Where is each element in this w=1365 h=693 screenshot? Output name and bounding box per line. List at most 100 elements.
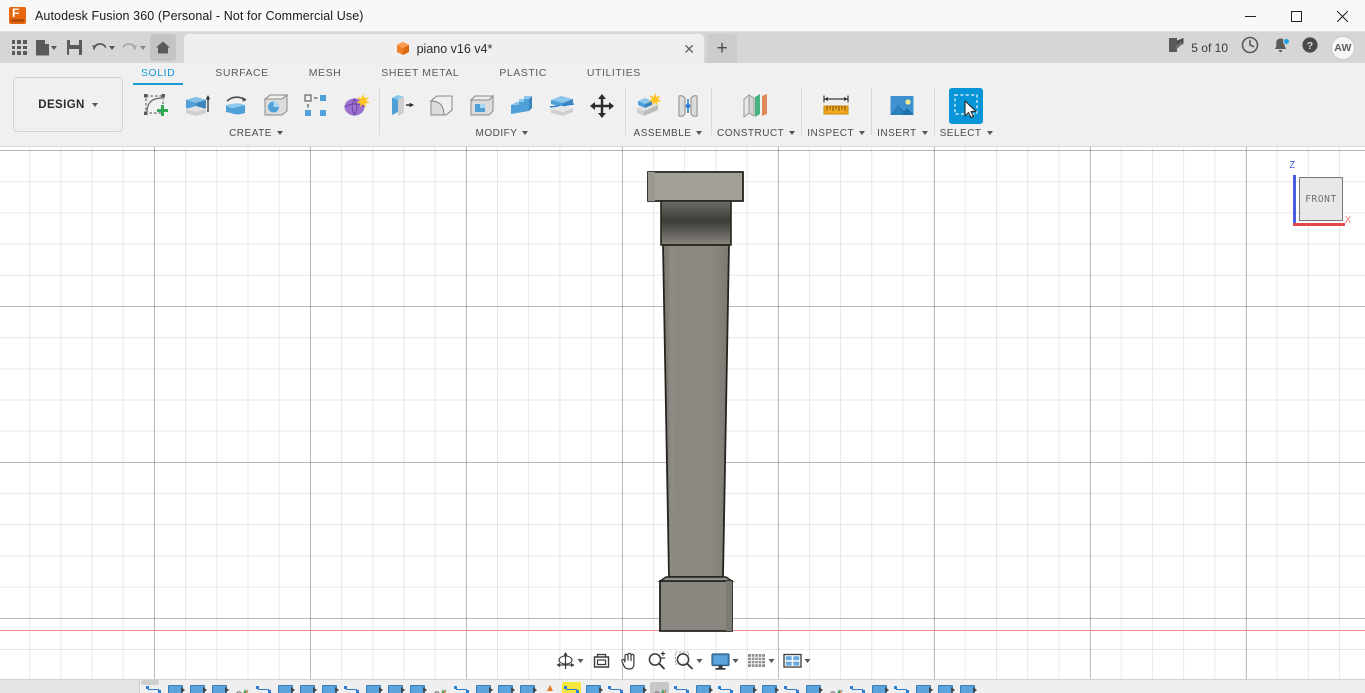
timeline-feature-sketch[interactable] [452, 682, 471, 693]
timeline-feature-extrude[interactable] [386, 682, 405, 693]
look-at-button[interactable] [588, 648, 614, 674]
timeline-feature-sketch[interactable] [672, 682, 691, 693]
timeline-feature-loft[interactable] [430, 682, 449, 693]
timeline-feature-sketch[interactable] [892, 682, 911, 693]
ribbon-tab-plastic[interactable]: PLASTIC [499, 63, 547, 85]
timeline-feature-extrude[interactable] [518, 682, 537, 693]
panel-inspect-title[interactable]: INSPECT [807, 125, 865, 141]
timeline-feature-loft[interactable] [826, 682, 845, 693]
close-button[interactable] [1319, 0, 1365, 32]
extrude-button[interactable] [179, 88, 213, 124]
timeline-feature-extrude[interactable] [474, 682, 493, 693]
ribbon-tab-utilities[interactable]: UTILITIES [587, 63, 641, 85]
help-button[interactable]: ? [1296, 34, 1324, 62]
fillet-button[interactable] [425, 88, 459, 124]
undo-button[interactable] [88, 34, 118, 61]
app-grid-button[interactable] [6, 34, 32, 61]
move-copy-button[interactable] [585, 88, 619, 124]
fit-button[interactable] [671, 648, 705, 674]
ribbon-tab-surface[interactable]: SURFACE [215, 63, 268, 85]
timeline[interactable] [0, 679, 1365, 693]
viewports-button[interactable] [779, 648, 813, 674]
timeline-feature-extrude[interactable] [914, 682, 933, 693]
timeline-feature-extrude[interactable] [936, 682, 955, 693]
timeline-feature-extrude[interactable] [760, 682, 779, 693]
new-component-button[interactable] [631, 88, 665, 124]
ribbon-tab-sheet-metal[interactable]: SHEET METAL [381, 63, 459, 85]
redo-button[interactable] [119, 34, 149, 61]
timeline-feature-extrude[interactable] [188, 682, 207, 693]
timeline-feature-extrude[interactable] [210, 682, 229, 693]
tab-close-icon[interactable]: ✕ [683, 42, 695, 56]
timeline-feature-extrude[interactable] [958, 682, 977, 693]
timeline-feature-sketch[interactable] [342, 682, 361, 693]
panel-insert-title[interactable]: INSERT [877, 125, 928, 141]
joint-button[interactable] [671, 88, 705, 124]
credits-indicator[interactable]: 5 of 10 [1162, 35, 1234, 61]
timeline-feature-extrude[interactable] [694, 682, 713, 693]
timeline-feature-extrude[interactable] [870, 682, 889, 693]
timeline-feature-extrude[interactable] [364, 682, 383, 693]
avatar[interactable]: AW [1331, 36, 1355, 60]
create-form-button[interactable] [339, 88, 373, 124]
timeline-feature-extrude[interactable] [408, 682, 427, 693]
save-button[interactable] [61, 34, 87, 61]
shell-button[interactable] [465, 88, 499, 124]
press-pull-button[interactable] [385, 88, 419, 124]
timeline-feature-loft[interactable] [232, 682, 251, 693]
timeline-feature-sketch[interactable] [562, 682, 581, 693]
timeline-feature-sketch[interactable] [606, 682, 625, 693]
display-settings-button[interactable] [707, 648, 741, 674]
split-face-button[interactable] [545, 88, 579, 124]
timeline-feature-sketch[interactable] [254, 682, 273, 693]
timeline-feature-sketch[interactable] [144, 682, 163, 693]
timeline-feature-loft[interactable] [650, 682, 669, 693]
timeline-feature-sketch[interactable] [782, 682, 801, 693]
notifications-button[interactable] [1266, 34, 1294, 62]
select-tool-button[interactable] [949, 88, 983, 124]
timeline-playback-controls[interactable] [0, 680, 140, 693]
timeline-feature-extrude[interactable] [320, 682, 339, 693]
view-cube-front-face[interactable]: FRONT [1299, 177, 1343, 221]
panel-construct-title[interactable]: CONSTRUCT [717, 125, 795, 141]
combine-button[interactable] [505, 88, 539, 124]
ribbon-tab-mesh[interactable]: MESH [309, 63, 342, 85]
timeline-feature-extrude[interactable] [276, 682, 295, 693]
revolve-button[interactable] [219, 88, 253, 124]
timeline-feature-extrude[interactable] [496, 682, 515, 693]
workspace-selector[interactable]: DESIGN [13, 77, 123, 132]
timeline-feature-extrude[interactable] [166, 682, 185, 693]
pan-button[interactable] [616, 648, 641, 674]
panel-assemble-title[interactable]: ASSEMBLE [634, 125, 703, 141]
view-cube[interactable]: Z X FRONT [1277, 157, 1355, 233]
create-sketch-button[interactable] [139, 88, 173, 124]
design-canvas[interactable]: Z X FRONT [0, 147, 1365, 679]
pattern-button[interactable] [299, 88, 333, 124]
new-tab-button[interactable]: + [707, 34, 737, 63]
history-button[interactable] [1236, 34, 1264, 62]
timeline-feature-extrude[interactable] [804, 682, 823, 693]
panel-modify-title[interactable]: MODIFY [476, 125, 529, 141]
offset-plane-button[interactable] [739, 88, 773, 124]
panel-create-title[interactable]: CREATE [229, 125, 283, 141]
measure-button[interactable] [819, 88, 853, 124]
insert-image-button[interactable] [885, 88, 919, 124]
home-button[interactable] [150, 34, 176, 61]
timeline-feature-extrude[interactable] [298, 682, 317, 693]
timeline-feature-point[interactable] [540, 682, 559, 693]
timeline-feature-sketch[interactable] [848, 682, 867, 693]
timeline-feature-extrude[interactable] [738, 682, 757, 693]
minimize-button[interactable] [1227, 0, 1273, 32]
hole-button[interactable] [259, 88, 293, 124]
new-document-button[interactable] [33, 34, 60, 61]
grid-snaps-button[interactable] [743, 648, 777, 674]
panel-select-title[interactable]: SELECT [940, 125, 993, 141]
timeline-feature-extrude[interactable] [584, 682, 603, 693]
document-tab[interactable]: piano v16 v4* ✕ [184, 34, 704, 63]
maximize-button[interactable] [1273, 0, 1319, 32]
timeline-feature-extrude[interactable] [628, 682, 647, 693]
zoom-button[interactable] [643, 648, 669, 674]
timeline-feature-sketch[interactable] [716, 682, 735, 693]
ribbon-tab-solid[interactable]: SOLID [141, 63, 175, 85]
piano-leg-model[interactable] [0, 147, 1365, 679]
